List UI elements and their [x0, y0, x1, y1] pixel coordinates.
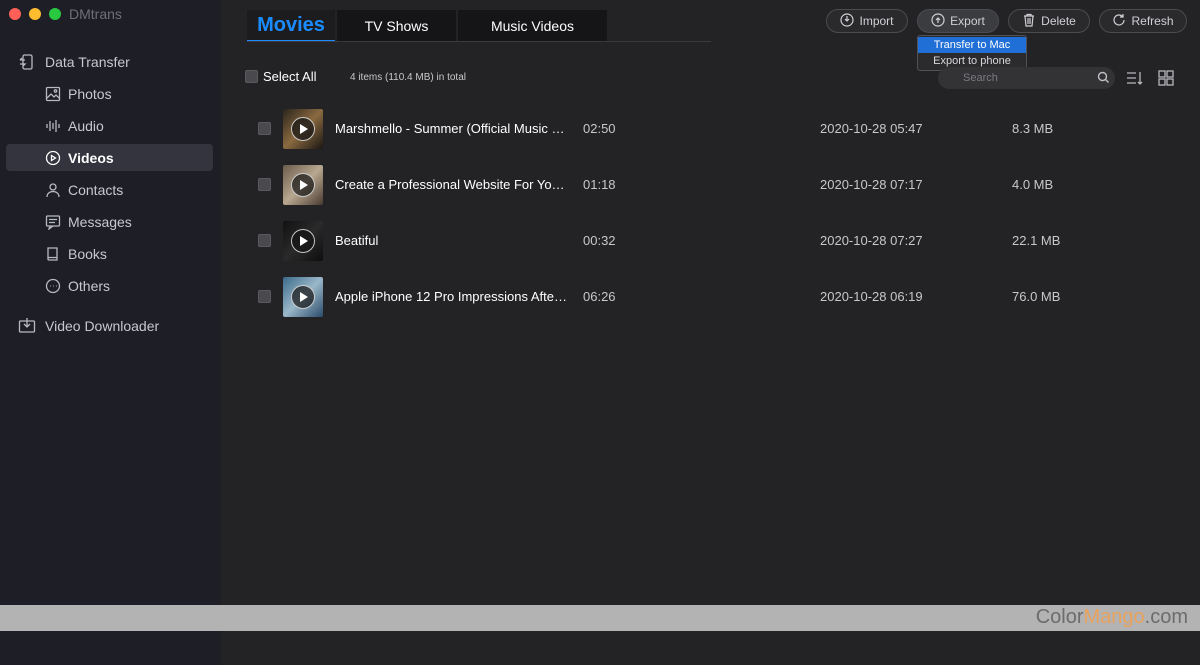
video-thumbnail [283, 221, 323, 261]
video-duration: 02:50 [583, 121, 616, 136]
sidebar-item-contacts[interactable]: Contacts [6, 176, 213, 203]
row-checkbox[interactable] [258, 234, 271, 247]
sidebar-item-audio[interactable]: Audio [6, 112, 213, 139]
import-icon [840, 12, 855, 30]
sidebar-item-books[interactable]: Books [6, 240, 213, 267]
search-placeholder: Search [963, 72, 998, 84]
sidebar-item-data-transfer[interactable]: Data Transfer [6, 48, 213, 75]
close-window-button[interactable] [9, 8, 21, 20]
table-row[interactable]: Apple iPhone 12 Pro Impressions After 7 … [221, 269, 1200, 325]
row-checkbox[interactable] [258, 178, 271, 191]
trash-icon [1022, 13, 1036, 30]
audio-wave-icon [44, 117, 62, 135]
sidebar-item-label: Videos [68, 149, 114, 166]
menu-item-transfer-to-mac[interactable]: Transfer to Mac [918, 37, 1026, 53]
video-date: 2020-10-28 06:19 [820, 289, 923, 304]
photo-icon [44, 85, 62, 103]
video-date: 2020-10-28 07:17 [820, 177, 923, 192]
sidebar-item-photos[interactable]: Photos [6, 80, 213, 107]
row-checkbox[interactable] [258, 122, 271, 135]
select-all-label: Select All [263, 69, 317, 84]
phone-transfer-icon [18, 53, 36, 71]
watermark-logo: ColorMango.com [1035, 606, 1188, 628]
sidebar-item-label: Contacts [68, 181, 124, 198]
video-title: Create a Professional Website For Your B… [335, 177, 571, 192]
sidebar-item-label: Photos [68, 85, 112, 102]
sidebar-item-label: Audio [68, 117, 104, 134]
search-input[interactable]: Search [938, 67, 1115, 89]
sidebar-item-others[interactable]: Others [6, 272, 213, 299]
checkbox[interactable] [245, 70, 258, 83]
table-row[interactable]: Beatiful 00:32 2020-10-28 07:27 22.1 MB [221, 213, 1200, 269]
sidebar: DMtrans Data Transfer Photos Audio Video… [0, 0, 221, 665]
play-icon[interactable] [291, 285, 315, 309]
video-thumbnail [283, 277, 323, 317]
message-icon [44, 213, 62, 231]
video-size: 22.1 MB [1012, 233, 1061, 248]
video-duration: 06:26 [583, 289, 616, 304]
video-size: 8.3 MB [1012, 121, 1054, 136]
play-icon[interactable] [291, 173, 315, 197]
video-date: 2020-10-28 07:27 [820, 233, 923, 248]
main-panel: Movies TV Shows Music Videos Import Expo… [221, 0, 1200, 665]
tab-music-videos[interactable]: Music Videos [458, 10, 607, 42]
delete-button[interactable]: Delete [1008, 9, 1090, 33]
export-icon [931, 12, 945, 30]
video-size: 4.0 MB [1012, 177, 1054, 192]
sidebar-item-label: Messages [68, 213, 132, 230]
sidebar-item-label: Others [68, 277, 111, 294]
video-duration: 00:32 [583, 233, 616, 248]
tab-tv-shows[interactable]: TV Shows [337, 10, 456, 42]
category-tabs: Movies TV Shows Music Videos [247, 10, 609, 42]
export-dropdown-menu: Transfer to Mac Export to phone [917, 35, 1027, 71]
play-circle-icon [44, 149, 62, 167]
app-window: DMtrans Data Transfer Photos Audio Video… [0, 0, 1200, 665]
sort-icon[interactable] [1125, 69, 1143, 92]
sidebar-item-video-downloader[interactable]: Video Downloader [6, 312, 213, 339]
sidebar-item-label: Data Transfer [45, 53, 130, 70]
play-icon[interactable] [291, 229, 315, 253]
sidebar-item-label: Books [68, 245, 107, 262]
sidebar-item-messages[interactable]: Messages [6, 208, 213, 235]
book-icon [44, 245, 62, 263]
watermark-bar [0, 605, 1200, 631]
video-thumbnail [283, 109, 323, 149]
download-video-icon [18, 317, 36, 335]
app-title: DMtrans [69, 6, 122, 22]
video-title: Apple iPhone 12 Pro Impressions After 7 … [335, 289, 571, 304]
refresh-icon [1112, 13, 1126, 30]
video-duration: 01:18 [583, 177, 616, 192]
video-title: Marshmello - Summer (Official Music Vide… [335, 121, 571, 136]
row-checkbox[interactable] [258, 290, 271, 303]
person-icon [44, 181, 62, 199]
zoom-window-button[interactable] [49, 8, 61, 20]
ellipsis-circle-icon [44, 277, 62, 295]
select-all-checkbox[interactable]: Select All [245, 69, 316, 84]
video-title: Beatiful [335, 233, 379, 248]
search-icon[interactable] [1097, 71, 1110, 87]
tab-divider [247, 41, 711, 42]
minimize-window-button[interactable] [29, 8, 41, 20]
window-controls [9, 8, 61, 20]
sidebar-item-videos[interactable]: Videos [6, 144, 213, 171]
export-button[interactable]: Export [917, 9, 999, 33]
tab-movies[interactable]: Movies [247, 10, 335, 42]
table-row[interactable]: Create a Professional Website For Your B… [221, 157, 1200, 213]
video-date: 2020-10-28 05:47 [820, 121, 923, 136]
grid-view-icon[interactable] [1157, 69, 1175, 92]
items-summary: 4 items (110.4 MB) in total [350, 72, 466, 83]
table-row[interactable]: Marshmello - Summer (Official Music Vide… [221, 101, 1200, 157]
refresh-button[interactable]: Refresh [1099, 9, 1187, 33]
toolbar: Import Export Delete Refresh [826, 9, 1187, 33]
video-thumbnail [283, 165, 323, 205]
video-size: 76.0 MB [1012, 289, 1061, 304]
sidebar-item-label: Video Downloader [45, 317, 160, 334]
import-button[interactable]: Import [826, 9, 908, 33]
play-icon[interactable] [291, 117, 315, 141]
